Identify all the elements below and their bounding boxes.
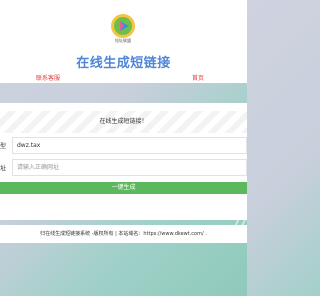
generate-button[interactable]: 一键生成 — [0, 182, 247, 194]
url-input[interactable]: 请输入正确网址 — [12, 159, 247, 176]
site-title: 在线生成短链接 — [76, 56, 171, 71]
site-header: 短址联盟 在线生成短链接 联系客服 首页 — [0, 0, 247, 83]
nav-home-link[interactable]: 首页 — [192, 73, 204, 82]
decorative-mark: // — [232, 216, 246, 237]
url-label: 址 — [0, 165, 7, 172]
play-logo-icon[interactable] — [110, 13, 136, 39]
nav-contact-link[interactable]: 联系客服 — [36, 73, 60, 82]
form-heading: 在线生成短链接！ — [0, 111, 247, 133]
domain-type-select[interactable]: dwz.tax — [12, 137, 247, 154]
shortlink-form-panel: 在线生成短链接！ 型 dwz.tax 址 请输入正确网址 一键生成 — [0, 103, 247, 220]
footer-text: 归在线生成短链接系统 -版权所有 | 本站域名：https://www.dkew… — [0, 225, 247, 243]
type-label: 型 — [0, 143, 7, 150]
logo-text: 短址联盟 — [115, 38, 131, 43]
